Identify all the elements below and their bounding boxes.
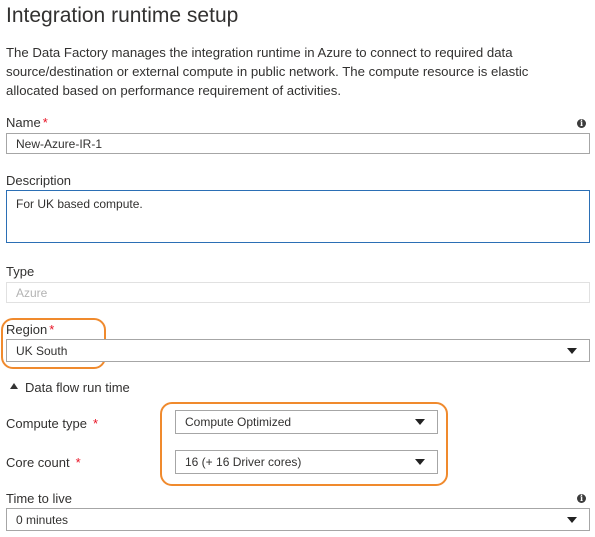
page-description: The Data Factory manages the integration… — [6, 45, 529, 98]
region-select[interactable]: UK South — [6, 339, 590, 362]
core-count-select-value: 16 (+ 16 Driver cores) — [185, 455, 302, 469]
compute-type-select[interactable]: Compute Optimized — [175, 410, 438, 434]
core-count-select[interactable]: 16 (+ 16 Driver cores) — [175, 450, 438, 474]
required-asterisk: * — [75, 455, 81, 470]
type-label: Type — [6, 264, 35, 279]
region-label: Region * — [6, 322, 54, 337]
description-textarea[interactable]: For UK based compute. — [6, 190, 590, 243]
name-input[interactable]: New-Azure-IR-1 — [6, 133, 590, 154]
name-label: Name * — [6, 115, 48, 130]
region-label-text: Region — [6, 322, 48, 337]
type-input: Azure — [6, 282, 590, 303]
required-asterisk: * — [92, 416, 98, 431]
description-label: Description — [6, 173, 72, 188]
info-icon[interactable]: i — [577, 494, 586, 503]
time-to-live-select-value: 0 minutes — [16, 512, 69, 527]
core-count-label: Core count * — [6, 455, 81, 470]
compute-type-select-value: Compute Optimized — [185, 415, 292, 429]
page-title: Integration runtime setup — [6, 4, 239, 27]
chevron-down-icon — [415, 459, 425, 465]
compute-type-label: Compute type * — [6, 416, 98, 431]
info-icon[interactable]: i — [577, 119, 586, 128]
core-count-label-text: Core count — [6, 455, 70, 470]
required-asterisk: * — [49, 322, 55, 337]
data-flow-section-header[interactable]: Data flow run time — [25, 380, 130, 395]
chevron-down-icon — [567, 347, 577, 354]
chevron-down-icon — [415, 419, 425, 425]
time-to-live-label: Time to live — [6, 491, 72, 506]
time-to-live-select[interactable]: 0 minutes — [6, 508, 590, 531]
chevron-down-icon — [567, 516, 577, 523]
name-label-text: Name — [6, 115, 41, 130]
region-select-value: UK South — [16, 343, 68, 358]
compute-type-label-text: Compute type — [6, 416, 87, 431]
required-asterisk: * — [42, 115, 48, 130]
collapse-triangle-icon[interactable] — [10, 383, 18, 389]
